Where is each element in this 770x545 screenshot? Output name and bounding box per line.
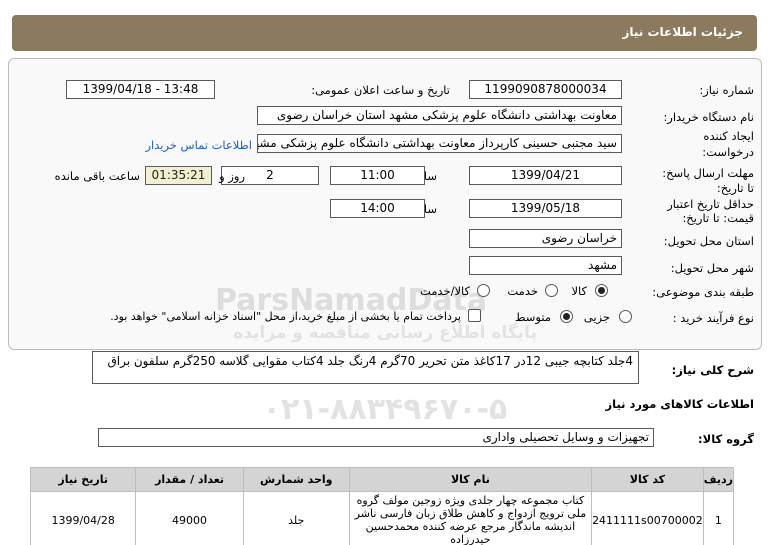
cell-date: 1399/04/28	[29, 491, 137, 545]
remaining-time-label: ساعت باقی مانده	[54, 169, 140, 183]
col-row: ردیف	[702, 467, 735, 492]
category-option-goods-service: کالا/خدمت	[419, 284, 470, 298]
process-radio-medium[interactable]	[560, 310, 573, 323]
cell-code: 2411111s00700002	[591, 491, 704, 545]
process-label: نوع فرآیند خرید :	[672, 311, 754, 325]
col-unit: واحد شمارش	[242, 467, 350, 492]
cell-qty: 49000	[135, 491, 244, 545]
col-qty: تعداد / مقدار	[135, 467, 244, 492]
cell-unit: جلد	[242, 491, 350, 545]
goods-table-header: ردیف کد کالا نام کالا واحد شمارش تعداد /…	[29, 467, 735, 492]
buyer-label: نام دستگاه خریدار:	[663, 110, 754, 124]
watermark-subtitle: پایگاه اطلاع رسانی مناقصه و مزایده	[233, 323, 537, 343]
table-row: 1 2411111s00700002 کتاب مجموعه چهار جلدی…	[29, 491, 735, 545]
goods-section-title: اطلاعات کالاهای مورد نیاز	[605, 397, 754, 411]
col-date: تاریخ نیاز	[29, 467, 137, 492]
page-header: جزئیات اطلاعات نیاز	[12, 15, 757, 51]
category-radio-goods-service[interactable]	[477, 284, 490, 297]
announce-field: 1399/04/18 - 13:48	[66, 80, 215, 99]
need-number-label: شماره نیاز:	[699, 83, 754, 97]
description-label: شرح کلی نیاز:	[671, 363, 754, 377]
buyer-field: معاونت بهداشتی دانشگاه علوم پزشکی مشهد ا…	[257, 106, 622, 125]
validity-date-field: 1399/05/18	[469, 199, 622, 218]
treasury-payment-note: پرداخت تمام یا بخشی از مبلغ خرید،از محل …	[110, 310, 461, 323]
province-label: استان محل تحویل:	[663, 234, 754, 248]
remaining-time-field: 01:35:21	[145, 166, 212, 185]
deadline-time-field: 11:00	[330, 166, 425, 185]
deadline-label-line1: مهلت ارسال پاسخ:	[662, 166, 754, 180]
goods-group-label: گروه کالا:	[698, 432, 754, 446]
goods-group-field: تجهیزات و وسایل تحصیلی واداری	[98, 428, 654, 447]
category-option-service: خدمت	[507, 284, 538, 298]
category-label: طبقه بندی موضوعی:	[652, 285, 754, 299]
city-field: مشهد	[469, 256, 622, 275]
category-radio-service[interactable]	[545, 284, 558, 297]
cell-row: 1	[702, 491, 735, 545]
creator-label-line1: ایجاد کننده	[703, 129, 754, 143]
process-option-medium: متوسط	[514, 310, 551, 324]
creator-field: سید مجتبی حسینی کارپرداز معاونت بهداشتی …	[257, 134, 622, 153]
process-option-small: جزیی	[583, 310, 610, 324]
deadline-date-field: 1399/04/21	[469, 166, 622, 185]
process-radio-small[interactable]	[619, 310, 632, 323]
col-name: نام کالا	[348, 467, 593, 492]
description-field: 4جلد کتابچه جیبی 12در 17کاغذ متن تحریر 7…	[92, 351, 639, 384]
treasury-payment-checkbox[interactable]	[468, 309, 481, 322]
need-number-field: 1199090878000034	[469, 80, 622, 99]
col-code: کد کالا	[591, 467, 704, 492]
cell-name: کتاب مجموعه چهار جلدی ویژه زوجین مولف گر…	[348, 491, 593, 545]
days-label: روز و	[219, 169, 245, 183]
validity-label-line1: حداقل تاریخ اعتبار	[667, 197, 754, 211]
goods-table: ردیف کد کالا نام کالا واحد شمارش تعداد /…	[29, 467, 735, 545]
category-radio-goods[interactable]	[595, 284, 608, 297]
validity-time-field: 14:00	[330, 199, 425, 218]
announce-label: تاریخ و ساعت اعلان عمومی:	[311, 83, 450, 97]
province-field: خراسان رضوی	[469, 229, 622, 248]
city-label: شهر محل تحویل:	[670, 261, 754, 275]
page-title: جزئیات اطلاعات نیاز	[622, 25, 743, 39]
validity-label-line2: قیمت: تا تاریخ:	[682, 211, 754, 225]
creator-label-line2: درخواست:	[702, 145, 754, 159]
category-option-goods: کالا	[571, 284, 587, 298]
watermark-phone: ۰۲۱-۸۸۳۴۹۶۷۰-۵	[262, 392, 508, 427]
buyer-contact-link[interactable]: اطلاعات تماس خریدار	[145, 138, 252, 152]
deadline-label-line2: تا تاریخ:	[716, 181, 754, 195]
